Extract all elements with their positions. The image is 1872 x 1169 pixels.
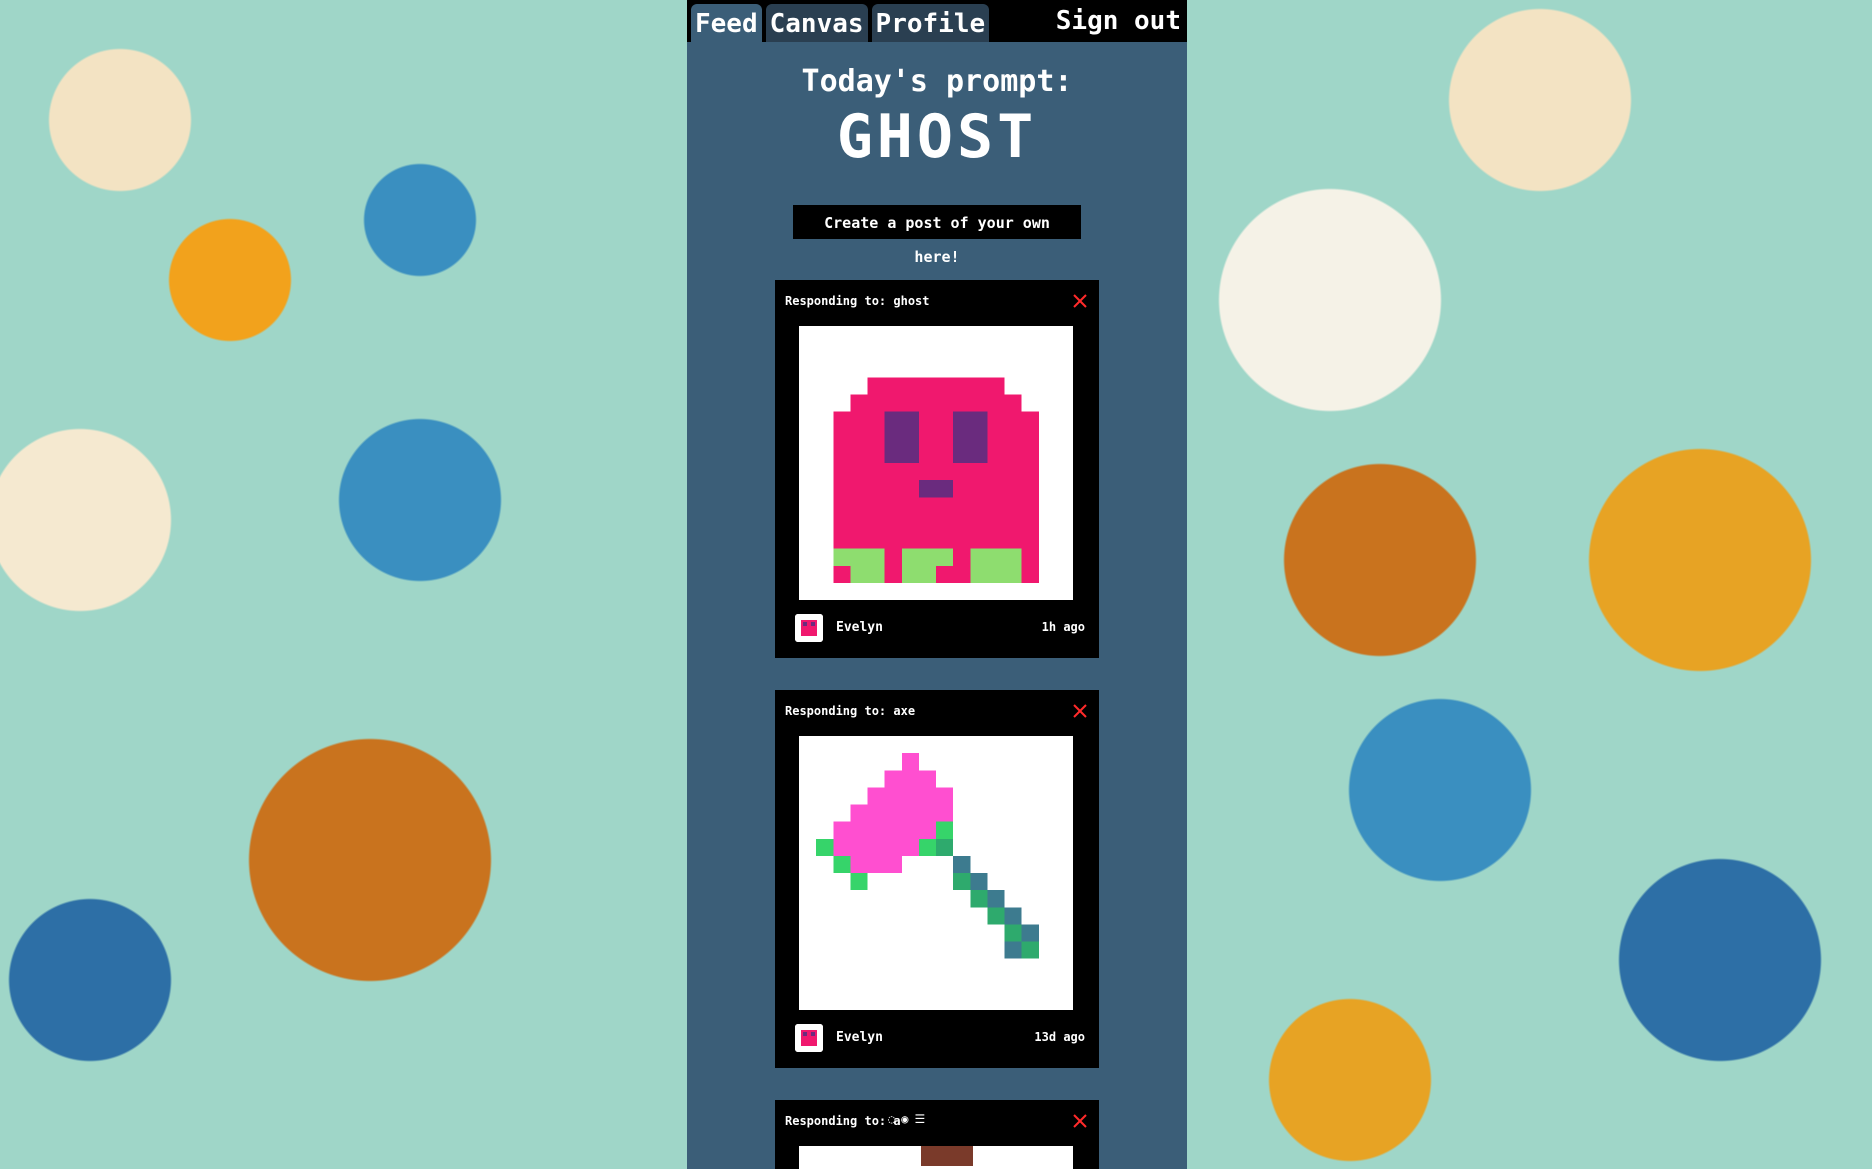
tab-feed[interactable]: Feed <box>691 4 762 42</box>
post-footer: Evelyn 1h ago <box>775 600 1099 658</box>
post-header: Responding to: ghost <box>775 280 1099 326</box>
sign-out-link[interactable]: Sign out <box>1056 0 1181 42</box>
ghost-art <box>833 377 1039 583</box>
menu-icon[interactable]: ☰ <box>914 1112 925 1126</box>
post-footer: Evelyn 13d ago <box>775 1010 1099 1068</box>
close-icon[interactable] <box>1071 702 1089 720</box>
post-header: Responding to: a ◌ ◉ ☰ <box>775 1100 1099 1146</box>
username[interactable]: Evelyn <box>836 620 883 635</box>
post-toolbar: ◌ ◉ ☰ <box>888 1112 925 1126</box>
close-icon[interactable] <box>1071 1112 1089 1130</box>
post-card: Responding to: ghost Evelyn 1h ago <box>775 280 1099 658</box>
username[interactable]: Evelyn <box>836 1030 883 1045</box>
pixel-art-canvas[interactable] <box>799 736 1073 1010</box>
tab-profile[interactable]: Profile <box>871 4 990 42</box>
responding-to-label: Responding to: ghost <box>785 294 930 308</box>
feed-column[interactable]: Today's prompt: GHOST Create a post of y… <box>687 42 1187 1169</box>
close-icon[interactable] <box>1071 292 1089 310</box>
top-nav: Feed Canvas Profile Sign out <box>687 0 1187 42</box>
axe-art <box>816 753 1039 959</box>
post-card: Responding to: axe Evelyn 13d ago <box>775 690 1099 1068</box>
prompt-label: Today's prompt: <box>801 64 1073 99</box>
responding-to-label: Responding to: a <box>785 1114 901 1128</box>
art-fragment <box>921 1146 973 1166</box>
avatar[interactable] <box>795 614 823 642</box>
prompt-word: GHOST <box>836 102 1038 172</box>
view-icon[interactable]: ◉ <box>901 1112 908 1126</box>
responding-to-label: Responding to: axe <box>785 704 916 718</box>
post-time: 13d ago <box>1034 1030 1085 1044</box>
post-time: 1h ago <box>1041 620 1085 634</box>
post-header: Responding to: axe <box>775 690 1099 736</box>
tab-canvas[interactable]: Canvas <box>765 4 868 42</box>
pixel-art-canvas[interactable] <box>799 326 1073 600</box>
comment-icon[interactable]: ◌ <box>888 1112 895 1126</box>
create-post-button[interactable]: Create a post of your own here! <box>793 205 1081 266</box>
post-card: Responding to: a ◌ ◉ ☰ <box>775 1100 1099 1169</box>
avatar[interactable] <box>795 1024 823 1052</box>
pixel-art-canvas[interactable] <box>799 1146 1073 1169</box>
